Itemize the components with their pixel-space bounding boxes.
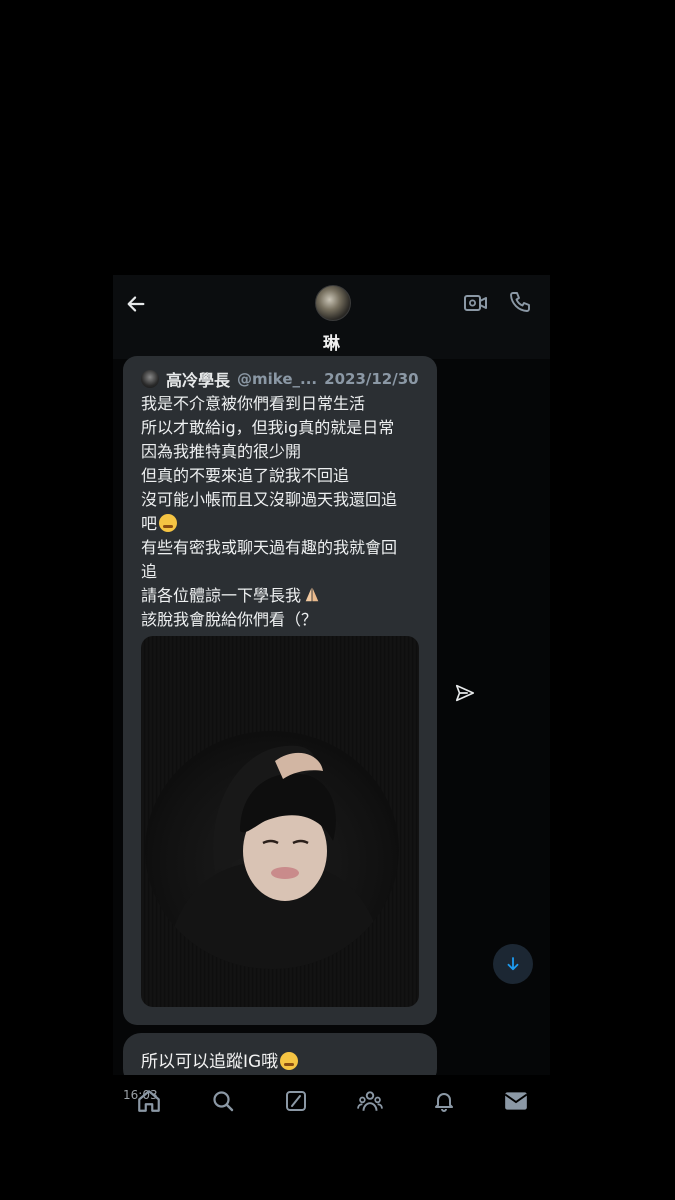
nav-communities[interactable]	[356, 1087, 384, 1115]
nav-search[interactable]	[209, 1087, 237, 1115]
tweet-photo[interactable]	[141, 636, 419, 1007]
messages-icon	[504, 1092, 528, 1110]
tweet-author-avatar[interactable]	[141, 370, 159, 388]
tweet-line: 該脫我會脫給你們看（？	[141, 610, 318, 629]
home-icon	[138, 1090, 160, 1112]
nav-notifications[interactable]	[430, 1087, 458, 1115]
grok-icon	[286, 1091, 306, 1111]
search-icon	[213, 1091, 234, 1112]
message-text-row: 所以可以追蹤IG哦	[141, 1047, 299, 1072]
dm-conversation-screen: 琳 高冷學長 @mike_... 2023/12/30 我是不介意被你們看到日常…	[113, 275, 550, 1120]
tweet-line: 追	[141, 562, 158, 581]
person-photo-icon	[165, 745, 385, 969]
tweet-line-with-emoji: 吧	[141, 512, 423, 536]
tweet-author-name[interactable]: 高冷學長	[166, 367, 230, 391]
tweet-line: 吧	[141, 514, 158, 533]
bottom-navigation: 16:03	[113, 1075, 550, 1120]
arrow-left-icon	[127, 296, 145, 312]
tweet-header: 高冷學長 @mike_... 2023/12/30	[141, 368, 431, 390]
tweet-line: 有些有密我或聊天過有趣的我就會回	[141, 538, 398, 557]
nav-grok[interactable]	[282, 1087, 310, 1115]
conversation-header: 琳	[113, 275, 550, 359]
message-text: 所以可以追蹤IG哦	[141, 1052, 279, 1072]
tweet-line: 我是不介意被你們看到日常生活	[141, 394, 366, 413]
tweet-author-handle: @mike_...	[237, 370, 318, 388]
tweet-line: 沒可能小帳而且又沒聊過天我還回追	[141, 490, 398, 509]
contact-avatar[interactable]	[315, 285, 351, 321]
send-icon	[455, 684, 475, 702]
phone-icon	[510, 292, 530, 312]
flushed-face-emoji-icon	[280, 1052, 299, 1070]
relieved-face-emoji-icon	[159, 514, 178, 532]
tweet-line: 但真的不要來追了說我不回追	[141, 466, 350, 485]
tweet-text: 我是不介意被你們看到日常生活 所以才敢給ig，但我ig真的就是日常 因為我推特真…	[141, 392, 423, 632]
back-button[interactable]	[123, 291, 149, 317]
share-tweet-button[interactable]	[454, 682, 476, 704]
notifications-icon	[435, 1093, 453, 1112]
communities-icon	[357, 1091, 383, 1111]
scroll-to-bottom-button[interactable]	[493, 944, 533, 984]
shared-tweet-bubble[interactable]: 高冷學長 @mike_... 2023/12/30 我是不介意被你們看到日常生活…	[123, 356, 437, 1025]
profile-photo-circle	[145, 731, 399, 969]
arrow-down-icon	[507, 957, 519, 971]
tweet-line: 所以才敢給ig，但我ig真的就是日常	[141, 418, 395, 437]
folded-hands-emoji-icon	[305, 587, 319, 602]
tweet-line: 請各位體諒一下學長我	[141, 586, 302, 605]
tweet-date: 2023/12/30	[324, 370, 419, 388]
message-list[interactable]: 高冷學長 @mike_... 2023/12/30 我是不介意被你們看到日常生活…	[113, 356, 550, 1087]
voice-call-button[interactable]	[508, 290, 534, 316]
tweet-line-with-emoji: 請各位體諒一下學長我	[141, 584, 423, 608]
video-camera-icon	[464, 295, 487, 311]
tweet-line: 因為我推特真的很少開	[141, 442, 302, 461]
video-call-button[interactable]	[463, 291, 489, 315]
contact-name[interactable]: 琳	[113, 329, 550, 354]
nav-messages[interactable]	[502, 1087, 530, 1115]
nav-home[interactable]	[135, 1087, 163, 1115]
